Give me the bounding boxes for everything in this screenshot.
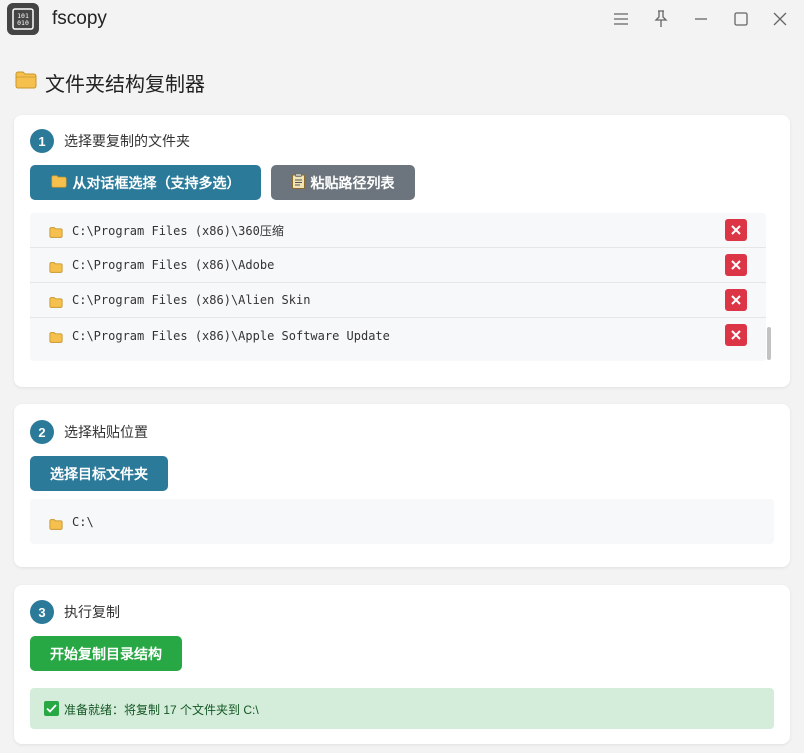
source-folder-list[interactable]: C:\Program Files (x86)\360压缩 C:\Program … <box>30 213 766 361</box>
list-item: C:\Program Files (x86)\Alien Skin <box>30 283 766 318</box>
folder-icon <box>49 225 63 243</box>
step2-card: 2 选择粘贴位置 选择目标文件夹 C:\ <box>14 404 790 567</box>
start-copy-label: 开始复制目录结构 <box>50 645 162 662</box>
select-target-button[interactable]: 选择目标文件夹 <box>30 456 168 491</box>
folder-icon <box>15 71 37 95</box>
target-path-display: C:\ <box>30 499 774 544</box>
remove-folder-button[interactable] <box>725 254 747 276</box>
folder-path: C:\Program Files (x86)\360压缩 <box>72 223 284 238</box>
list-item: C:\Program Files (x86)\Adobe <box>30 248 766 283</box>
remove-folder-button[interactable] <box>725 219 747 241</box>
folder-icon <box>49 295 63 313</box>
step2-number: 2 <box>30 420 54 444</box>
select-folders-button[interactable]: 从对话框选择（支持多选） <box>30 165 261 200</box>
check-icon <box>44 701 59 716</box>
remove-folder-button[interactable] <box>725 324 747 346</box>
list-scrollbar[interactable] <box>767 327 771 360</box>
folder-path: C:\Program Files (x86)\Alien Skin <box>72 293 311 307</box>
remove-folder-button[interactable] <box>725 289 747 311</box>
status-text: 准备就绪：将复制 17 个文件夹到 C:\ <box>64 703 259 717</box>
title-bar: 101 010 fscopy <box>0 0 804 38</box>
step2-label: 选择粘贴位置 <box>64 424 148 440</box>
step2-header: 2 选择粘贴位置 <box>30 420 148 444</box>
step3-header: 3 执行复制 <box>30 600 120 624</box>
folder-path: C:\Program Files (x86)\Apple Software Up… <box>72 328 390 343</box>
app-icon: 101 010 <box>7 3 39 35</box>
paste-paths-label: 粘贴路径列表 <box>310 174 395 191</box>
list-item: C:\Program Files (x86)\360压缩 <box>30 213 766 248</box>
close-window-icon[interactable] <box>767 7 793 31</box>
pin-icon[interactable] <box>648 7 674 31</box>
start-copy-button[interactable]: 开始复制目录结构 <box>30 636 182 671</box>
step1-card: 1 选择要复制的文件夹 从对话框选择（支持多选） 粘贴路径列表 C:\Progr… <box>14 115 790 387</box>
target-path: C:\ <box>72 515 94 529</box>
step3-label: 执行复制 <box>64 604 120 620</box>
step1-header: 1 选择要复制的文件夹 <box>30 129 190 153</box>
minimize-icon[interactable] <box>688 7 714 31</box>
folder-icon <box>49 517 63 535</box>
step1-number: 1 <box>30 129 54 153</box>
app-title: fscopy <box>52 8 107 29</box>
menu-icon[interactable] <box>608 7 634 31</box>
folder-path: C:\Program Files (x86)\Adobe <box>72 258 275 272</box>
list-item: C:\Program Files (x86)\Apple Software Up… <box>30 318 766 353</box>
folder-icon <box>49 260 63 278</box>
svg-text:010: 010 <box>17 19 29 27</box>
maximize-icon[interactable] <box>728 7 754 31</box>
folder-icon <box>49 330 63 348</box>
paste-paths-button[interactable]: 粘贴路径列表 <box>271 165 415 200</box>
page-title: 文件夹结构复制器 <box>15 68 205 97</box>
status-message: 准备就绪：将复制 17 个文件夹到 C:\ <box>30 688 774 729</box>
step1-label: 选择要复制的文件夹 <box>64 133 190 149</box>
folder-icon <box>50 174 67 191</box>
step3-number: 3 <box>30 600 54 624</box>
clipboard-icon <box>291 173 305 192</box>
select-folders-label: 从对话框选择（支持多选） <box>72 174 241 191</box>
page-title-text: 文件夹结构复制器 <box>45 74 205 96</box>
select-target-label: 选择目标文件夹 <box>50 465 148 482</box>
step3-card: 3 执行复制 开始复制目录结构 准备就绪：将复制 17 个文件夹到 C:\ <box>14 585 790 744</box>
